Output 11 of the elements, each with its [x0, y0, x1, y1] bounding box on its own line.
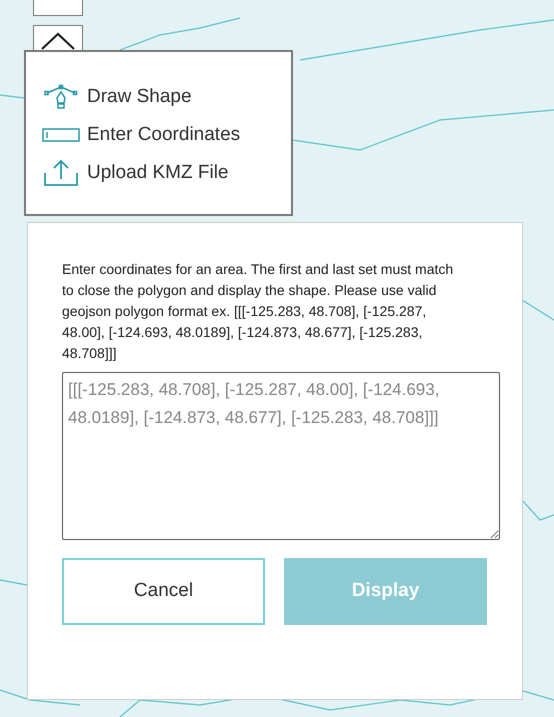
pen-tool-icon: [44, 84, 78, 110]
coordinates-input-field[interactable]: [[[-125.283, 48.708], [-125.287, 48.00], [-124.693, 48.0189], [-124.873, 48.677], [-125.283, 48.708]]]: [62, 372, 500, 540]
menu-item[interactable]: Draw Shape: [87, 82, 192, 112]
map-control-button[interactable]: [33, 0, 83, 16]
menu-item[interactable]: Enter Coordinates: [87, 120, 240, 150]
caret-up-icon: [40, 32, 76, 50]
input-box-icon: [42, 128, 80, 142]
menu-item[interactable]: Upload KMZ File: [87, 158, 228, 188]
cancel-button[interactable]: Cancel: [62, 558, 265, 625]
instructions-text: Enter coordinates for an area. The first and last set must match to close the polygon and display the shape. Please use valid geojson polygon format ex. [[[-125.283, 48.708], [-125.287, 48.00], [-124.693, 48.0189], [-124.873, 48.677], [-125.283, 48.708]]]: [62, 260, 454, 363]
upload-icon: [43, 159, 79, 187]
